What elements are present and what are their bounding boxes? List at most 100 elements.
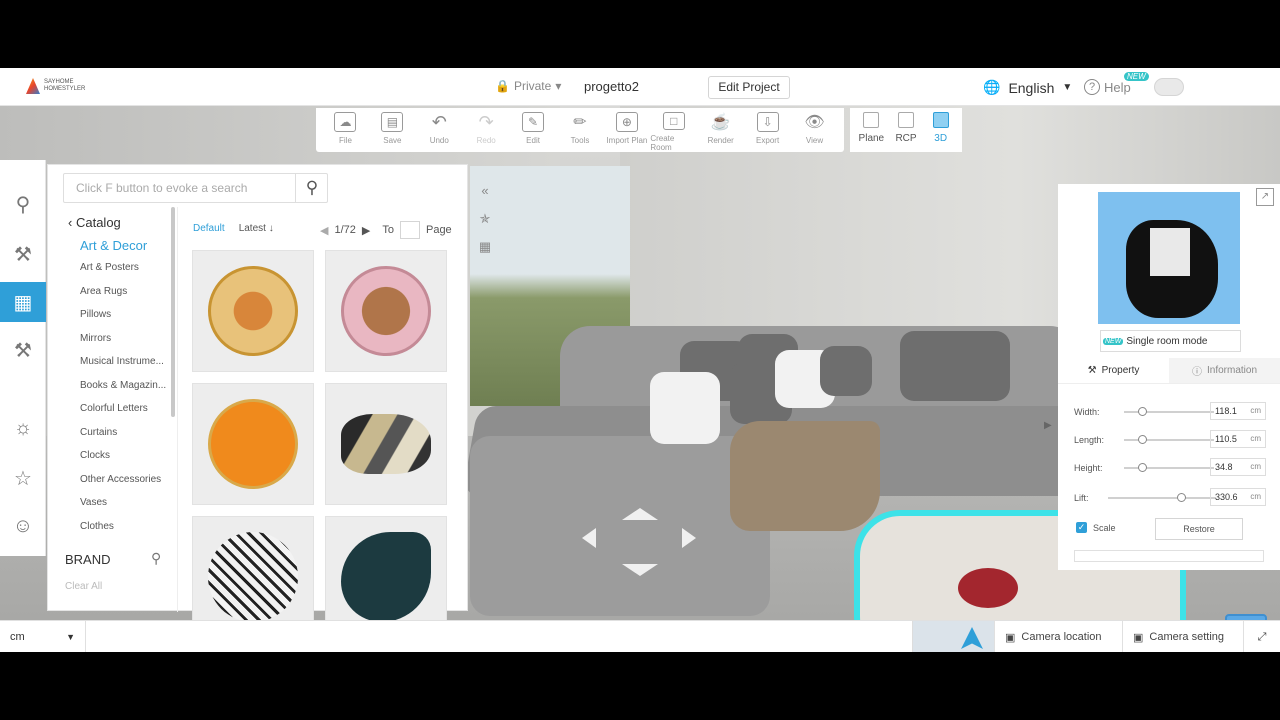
rail-customize[interactable]: ⚒ [0, 330, 46, 370]
toolbar-create-room[interactable]: □ Create Room [650, 112, 697, 152]
floor-plan-minimap[interactable] [1098, 192, 1240, 324]
category-item[interactable]: Mirrors [80, 333, 172, 357]
sort-default[interactable]: Default [193, 223, 225, 234]
category-item[interactable]: Pillows [80, 309, 172, 333]
product-card-bear-pillow[interactable] [325, 250, 447, 372]
sofa-pillow[interactable] [650, 372, 720, 444]
nav-down-arrow-icon[interactable] [622, 564, 658, 576]
toolbar-file[interactable]: ☁ File [322, 112, 369, 152]
category-item[interactable]: Other Accessories [80, 474, 172, 498]
page-indicator: 1/72 [334, 224, 356, 236]
next-page-icon[interactable]: ▶ [362, 224, 370, 237]
category-item[interactable]: Vases [80, 497, 172, 521]
toolbar-tools[interactable]: ✏ Tools [557, 112, 604, 152]
tab-information-label: Information [1206, 365, 1258, 376]
restore-button[interactable]: Restore [1155, 518, 1243, 540]
fullscreen-button[interactable]: ⤢ [1243, 621, 1280, 652]
toolbar-edit[interactable]: ✎ Edit [510, 112, 557, 152]
toolbar-render[interactable]: ☕ Render [697, 112, 744, 152]
category-item[interactable]: Clothes [80, 521, 172, 545]
language-dropdown[interactable]: 🌐 English ▼ [983, 79, 1072, 96]
slider-thumb[interactable] [1138, 435, 1147, 444]
chevron-left-icon: ‹ [68, 215, 73, 230]
unit-select[interactable]: cm ▼ [0, 621, 86, 652]
catalog-search-input[interactable]: Click F button to evoke a search [63, 173, 328, 203]
rail-account[interactable]: ☺ [0, 506, 46, 546]
category-item[interactable]: Area Rugs [80, 286, 172, 310]
height-slider[interactable] [1124, 463, 1214, 472]
page-number-input[interactable] [399, 221, 420, 239]
bear-pillow-thumbnail [341, 266, 431, 356]
toolbar-view[interactable]: 👁 View [791, 112, 838, 152]
category-item[interactable]: Musical Instrume... [80, 356, 172, 380]
project-name[interactable]: progetto2 [584, 79, 639, 94]
height-input[interactable]: 34.8 cm [1210, 458, 1266, 476]
category-item[interactable]: Colorful Letters [80, 403, 172, 427]
category-item[interactable]: Books & Magazin... [80, 380, 172, 404]
prev-page-icon[interactable]: ◀ [320, 224, 328, 237]
sort-latest-label: Latest [238, 223, 266, 234]
help-button[interactable]: ? Help [1084, 79, 1131, 95]
rail-favorites[interactable]: ☆ [0, 458, 46, 498]
width-input[interactable]: 118.1 cm [1210, 402, 1266, 420]
toolbar-export[interactable]: ⇩ Export [744, 112, 791, 152]
throw-blanket[interactable] [730, 421, 880, 531]
toolbar-undo[interactable]: ↶ Undo [416, 112, 463, 152]
catalog-search-button[interactable]: ⚲ [295, 173, 328, 203]
tab-information[interactable]: ⓘ Information [1169, 358, 1280, 383]
user-avatar[interactable] [1154, 78, 1184, 96]
logo[interactable]: SAYHOME HOMESTYLER [26, 78, 104, 94]
property-tabs: ⚒ Property ⓘ Information [1058, 358, 1280, 384]
panel-expand-arrow-icon[interactable]: ▶ [1044, 420, 1052, 431]
slider-thumb[interactable] [1177, 493, 1187, 502]
view-mode-3d[interactable]: 3D [923, 112, 958, 152]
sofa-chaise[interactable] [470, 436, 770, 616]
compass-widget[interactable] [912, 621, 994, 652]
view-mode-rcp[interactable]: RCP [889, 112, 924, 152]
camera-location-button[interactable]: ▣ Camera location [994, 621, 1112, 652]
lift-input[interactable]: 330.6 cm [1210, 488, 1266, 506]
grid-view-icon[interactable]: ▦ [473, 233, 497, 261]
lift-slider[interactable] [1108, 493, 1216, 502]
catalog-back-link[interactable]: ‹ Catalog [68, 215, 121, 230]
sort-latest[interactable]: Latest ↓ [239, 223, 274, 234]
nav-left-arrow-icon[interactable] [582, 528, 596, 548]
slider-thumb[interactable] [1138, 407, 1147, 416]
clear-all-link[interactable]: Clear All [65, 581, 102, 592]
minimap-resize-icon[interactable]: ↗ [1256, 188, 1274, 206]
fruit-bowl[interactable] [958, 568, 1018, 608]
toolbar-redo[interactable]: ↷ Redo [463, 112, 510, 152]
sofa-pillow[interactable] [900, 331, 1010, 401]
nav-right-arrow-icon[interactable] [682, 528, 696, 548]
scale-checkbox[interactable]: ✓ Scale [1076, 522, 1116, 533]
sofa-pillow[interactable] [820, 346, 872, 396]
category-item[interactable]: Curtains [80, 427, 172, 451]
toolbar-save[interactable]: ▤ Save [369, 112, 416, 152]
rail-catalog[interactable]: ▦ [0, 282, 46, 322]
slider-thumb[interactable] [1138, 463, 1147, 472]
brand-search-icon[interactable]: ⚲ [151, 550, 161, 567]
rail-search[interactable]: ⚲ [0, 184, 46, 224]
length-slider[interactable] [1124, 435, 1214, 444]
width-slider[interactable] [1124, 407, 1214, 416]
category-scrollbar[interactable] [171, 207, 175, 417]
length-input[interactable]: 110.5 cm [1210, 430, 1266, 448]
product-card-orange-slice-pillow[interactable] [192, 383, 314, 505]
rail-build[interactable]: ⚒ [0, 234, 46, 274]
category-item[interactable]: Art & Posters [80, 262, 172, 286]
camera-setting-button[interactable]: ▣ Camera setting [1122, 621, 1234, 652]
edit-project-button[interactable]: Edit Project [708, 76, 790, 99]
product-card-camo-pillow[interactable] [325, 383, 447, 505]
pin-icon[interactable]: ✯ [473, 205, 497, 233]
active-category[interactable]: Art & Decor [80, 238, 147, 253]
privacy-dropdown[interactable]: 🔒 Private ▾ [495, 79, 561, 93]
rail-explore[interactable]: ☼ [0, 408, 46, 448]
collapse-icon[interactable]: « [473, 177, 497, 205]
view-mode-plane[interactable]: Plane [854, 112, 889, 152]
toolbar-import-plan[interactable]: ⊕ Import Plan [603, 112, 650, 152]
category-item[interactable]: Clocks [80, 450, 172, 474]
nav-up-arrow-icon[interactable] [622, 508, 658, 520]
single-room-mode-button[interactable]: NEW Single room mode [1100, 330, 1241, 352]
tab-property[interactable]: ⚒ Property [1058, 358, 1169, 383]
product-card-lion-pillow[interactable] [192, 250, 314, 372]
